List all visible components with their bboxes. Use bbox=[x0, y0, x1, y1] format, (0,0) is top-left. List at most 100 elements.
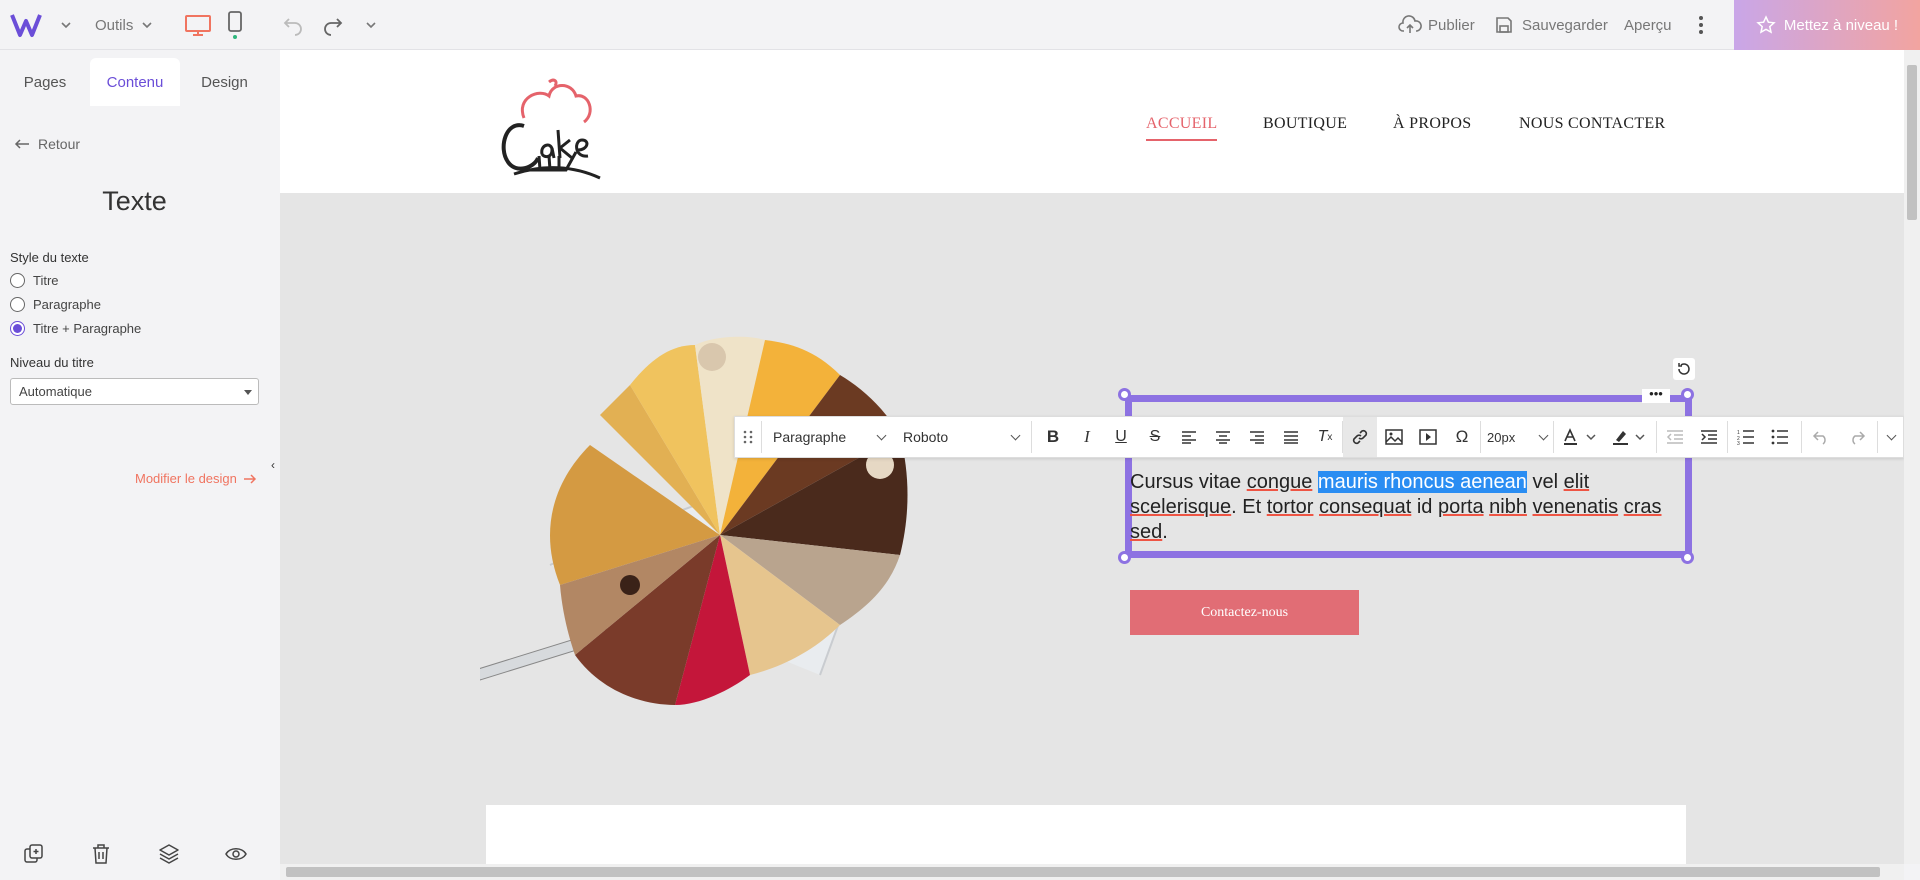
strikethrough-icon[interactable]: S bbox=[1138, 417, 1172, 457]
underline-icon[interactable]: U bbox=[1104, 417, 1138, 457]
save-button[interactable]: Sauvegarder bbox=[1494, 0, 1608, 50]
chevron-down-icon bbox=[1538, 430, 1549, 440]
cake-image[interactable] bbox=[480, 295, 1080, 755]
radio-title[interactable]: Titre bbox=[10, 273, 59, 288]
reset-rotation-button[interactable] bbox=[1673, 358, 1695, 380]
resize-handle-bottom-right[interactable] bbox=[1681, 551, 1694, 564]
vertical-scrollbar[interactable] bbox=[1904, 50, 1920, 864]
rich-text-toolbar: Paragraphe Roboto B I U S Tx Ω 20px 123 bbox=[734, 416, 1904, 458]
upgrade-button[interactable]: Mettez à niveau ! bbox=[1734, 0, 1920, 50]
highlight-color-icon[interactable] bbox=[1605, 417, 1653, 457]
redo-text-icon[interactable] bbox=[1839, 417, 1875, 457]
separator bbox=[1877, 421, 1878, 453]
tab-design[interactable]: Design bbox=[180, 58, 269, 106]
text-color-icon[interactable] bbox=[1557, 417, 1603, 457]
tab-design-label: Design bbox=[201, 73, 248, 91]
redo-button[interactable] bbox=[322, 0, 344, 50]
nav-shop[interactable]: BOUTIQUE bbox=[1263, 115, 1347, 133]
rotate-ccw-icon bbox=[1678, 363, 1690, 375]
horizontal-scrollbar[interactable] bbox=[280, 864, 1904, 880]
radio-paragraph[interactable]: Paragraphe bbox=[10, 297, 101, 312]
tools-menu[interactable]: Outils bbox=[95, 0, 153, 50]
bullet-list-icon[interactable] bbox=[1763, 417, 1797, 457]
nav-contact[interactable]: NOUS CONTACTER bbox=[1519, 115, 1665, 133]
trash-icon[interactable] bbox=[89, 842, 113, 866]
back-link[interactable]: Retour bbox=[14, 136, 80, 152]
selected-text: mauris rhoncus aenean bbox=[1317, 471, 1527, 493]
text-segment: id bbox=[1411, 496, 1438, 518]
contact-cta-button[interactable]: Contactez-nous bbox=[1130, 590, 1359, 635]
desktop-icon bbox=[185, 15, 211, 36]
text-segment: sed bbox=[1130, 521, 1163, 543]
image-icon[interactable] bbox=[1377, 417, 1411, 457]
bold-icon[interactable]: B bbox=[1036, 417, 1070, 457]
resize-handle-top-right[interactable] bbox=[1681, 388, 1694, 401]
undo-text-icon[interactable] bbox=[1803, 417, 1839, 457]
panel-tabs: Pages Contenu Design bbox=[0, 58, 269, 106]
font-select[interactable]: Roboto bbox=[903, 417, 1025, 457]
nav-home[interactable]: ACCUEIL bbox=[1146, 115, 1218, 141]
radio-button[interactable] bbox=[10, 273, 25, 288]
resize-handle-top-left[interactable] bbox=[1118, 388, 1131, 401]
mobile-icon bbox=[228, 11, 242, 39]
block-options-button[interactable]: ••• bbox=[1642, 387, 1670, 403]
align-justify-icon[interactable] bbox=[1274, 417, 1308, 457]
format-value: Paragraphe bbox=[773, 429, 847, 445]
clear-format-icon[interactable]: Tx bbox=[1308, 417, 1342, 457]
nav-about[interactable]: À PROPOS bbox=[1393, 115, 1471, 133]
preview-button[interactable]: Aperçu bbox=[1624, 0, 1672, 50]
format-select[interactable]: Paragraphe bbox=[773, 417, 893, 457]
panel-collapse-handle[interactable]: ‹ bbox=[270, 50, 280, 880]
align-left-icon[interactable] bbox=[1172, 417, 1206, 457]
left-panel: Pages Contenu Design Retour Texte Style … bbox=[0, 50, 269, 880]
radio-title-paragraph[interactable]: Titre + Paragraphe bbox=[10, 321, 141, 336]
logo-menu[interactable] bbox=[10, 0, 72, 50]
desktop-view-button[interactable] bbox=[184, 0, 212, 50]
radio-button-selected[interactable] bbox=[10, 321, 25, 336]
modify-design-link[interactable]: Modifier le design bbox=[135, 471, 257, 486]
text-style-label: Style du texte bbox=[10, 250, 89, 265]
chevron-down-icon bbox=[366, 22, 376, 29]
scroll-thumb[interactable] bbox=[1907, 65, 1917, 220]
outdent-icon[interactable] bbox=[1658, 417, 1692, 457]
more-tools-icon[interactable] bbox=[1879, 417, 1903, 457]
preview-label: Aperçu bbox=[1624, 16, 1672, 34]
chevron-down-icon bbox=[1886, 430, 1896, 440]
back-label: Retour bbox=[38, 136, 81, 152]
tab-pages[interactable]: Pages bbox=[0, 58, 90, 106]
publish-button[interactable]: Publier bbox=[1398, 0, 1475, 50]
heading-level-select[interactable]: Automatique bbox=[10, 378, 259, 405]
font-size-select[interactable]: 20px bbox=[1487, 417, 1551, 457]
video-icon[interactable] bbox=[1411, 417, 1445, 457]
text-segment: consequat bbox=[1319, 496, 1412, 518]
mobile-view-button[interactable] bbox=[227, 0, 243, 50]
resize-handle-bottom-left[interactable] bbox=[1118, 551, 1131, 564]
drag-handle-icon[interactable] bbox=[735, 417, 761, 457]
link-icon[interactable] bbox=[1343, 417, 1377, 457]
panel-title: Texte bbox=[102, 186, 167, 216]
redo-icon bbox=[324, 18, 343, 36]
site-header: ACCUEIL BOUTIQUE À PROPOS NOUS CONTACTER bbox=[280, 50, 1904, 193]
numbered-list-icon[interactable]: 123 bbox=[1729, 417, 1763, 457]
radio-button[interactable] bbox=[10, 297, 25, 312]
tab-content[interactable]: Contenu bbox=[90, 58, 180, 106]
separator bbox=[1553, 421, 1554, 453]
scroll-thumb[interactable] bbox=[286, 867, 1880, 877]
align-right-icon[interactable] bbox=[1240, 417, 1274, 457]
save-icon bbox=[1496, 17, 1512, 33]
more-menu-button[interactable] bbox=[1695, 0, 1707, 50]
eye-icon[interactable] bbox=[224, 842, 248, 866]
paragraph-text[interactable]: Cursus vitae congue mauris rhoncus aenea… bbox=[1130, 470, 1690, 545]
separator bbox=[761, 421, 762, 453]
modify-design-label: Modifier le design bbox=[135, 471, 237, 486]
layers-icon[interactable] bbox=[157, 842, 181, 866]
indent-icon[interactable] bbox=[1692, 417, 1726, 457]
italic-icon[interactable]: I bbox=[1070, 417, 1104, 457]
w-logo-icon bbox=[10, 14, 42, 37]
align-center-icon[interactable] bbox=[1206, 417, 1240, 457]
duplicate-icon[interactable] bbox=[22, 842, 46, 866]
undo-button[interactable] bbox=[282, 0, 304, 50]
history-menu[interactable] bbox=[365, 0, 377, 50]
special-char-icon[interactable]: Ω bbox=[1445, 417, 1479, 457]
top-bar: Outils Publier Sauvegarder Aperçu Mettez… bbox=[0, 0, 1920, 50]
